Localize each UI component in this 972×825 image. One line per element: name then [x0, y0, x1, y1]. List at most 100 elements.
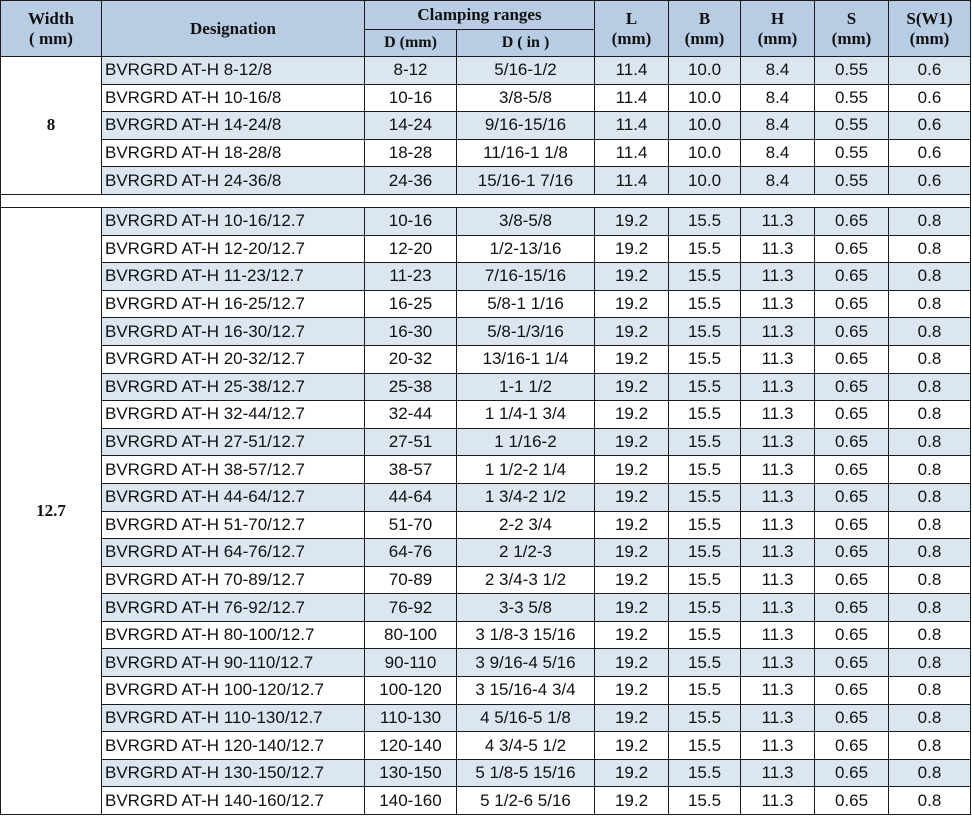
s-cell: 0.65 [814, 344, 889, 374]
d-in-cell: 1 1/2-2 1/4 [456, 455, 595, 484]
s-cell: 0.55 [814, 83, 889, 113]
sw1-cell: 0.8 [888, 372, 971, 402]
designation-cell: BVRGRD AT-H 20-32/12.7 [101, 344, 365, 374]
sw1-cell: 0.8 [888, 427, 971, 457]
l-header-unit: (mm) [611, 28, 652, 48]
s-cell: 0.65 [814, 538, 889, 567]
h-cell: 11.3 [740, 344, 815, 374]
sw1-cell: 0.8 [888, 786, 971, 816]
table-row: BVRGRD AT-H 110-130/12.7 110-130 4 5/16-5 … [1, 703, 971, 733]
table-row: BVRGRD AT-H 20-32/12.7 20-32 13/16-1 1/4 19… [1, 344, 971, 374]
h-cell: 11.3 [740, 482, 815, 512]
l-cell: 19.2 [594, 620, 669, 650]
group-spacer-row [0, 193, 971, 208]
sw1-cell: 0.8 [888, 510, 971, 540]
b-cell: 15.5 [668, 344, 741, 374]
sw1-cell: 0.8 [888, 565, 971, 595]
s-cell: 0.65 [814, 427, 889, 457]
h-cell: 8.4 [740, 56, 815, 85]
width-group-cell: 8 [0, 56, 102, 195]
s-cell: 0.55 [814, 138, 889, 168]
h-cell: 11.3 [740, 510, 815, 540]
table-row: BVRGRD AT-H 16-25/12.7 16-25 5/8-1 1/16 19.… [1, 289, 971, 319]
s-cell: 0.65 [814, 510, 889, 540]
l-cell: 19.2 [594, 593, 669, 622]
table-row: BVRGRD AT-H 120-140/12.7 120-140 4 3/4-5 1… [1, 731, 971, 760]
h-cell: 11.3 [740, 786, 815, 816]
designation-cell: BVRGRD AT-H 80-100/12.7 [101, 620, 365, 650]
s-cell: 0.65 [814, 206, 889, 236]
d-mm-cell: 110-130 [364, 703, 457, 733]
sw1-cell: 0.8 [888, 289, 971, 319]
d-mm-cell: 10-16 [364, 206, 457, 236]
table-row: BVRGRD AT-H 32-44/12.7 32-44 1 1/4-1 3/4 19… [1, 400, 971, 429]
designation-cell: BVRGRD AT-H 120-140/12.7 [101, 731, 365, 760]
b-header-unit: (mm) [684, 28, 725, 48]
l-cell: 11.4 [594, 166, 669, 195]
s-cell: 0.65 [814, 565, 889, 595]
b-column-header: B (mm) [668, 0, 741, 57]
table-row: BVRGRD AT-H 11-23/12.7 11-23 7/16-15/16 19.… [1, 262, 971, 291]
d-in-cell: 7/16-15/16 [456, 262, 595, 291]
d-in-cell: 3-3 5/8 [456, 593, 595, 622]
l-cell: 19.2 [594, 758, 669, 788]
d-in-cell: 5/16-1/2 [456, 56, 595, 85]
l-cell: 19.2 [594, 234, 669, 264]
designation-cell: BVRGRD AT-H 70-89/12.7 [101, 565, 365, 595]
b-cell: 15.5 [668, 758, 741, 788]
sw1-cell: 0.8 [888, 676, 971, 705]
designation-cell: BVRGRD AT-H 38-57/12.7 [101, 455, 365, 484]
designation-cell: BVRGRD AT-H 64-76/12.7 [101, 538, 365, 567]
d-in-cell: 3 1/8-3 15/16 [456, 620, 595, 650]
d-mm-cell: 25-38 [364, 372, 457, 402]
h-cell: 11.3 [740, 758, 815, 788]
b-cell: 15.5 [668, 206, 741, 236]
d-in-subheader: D ( in ) [456, 29, 595, 57]
d-mm-cell: 120-140 [364, 731, 457, 760]
designation-cell: BVRGRD AT-H 100-120/12.7 [101, 676, 365, 705]
h-cell: 11.3 [740, 427, 815, 457]
d-in-cell: 13/16-1 1/4 [456, 344, 595, 374]
b-cell: 15.5 [668, 510, 741, 540]
d-in-cell: 2 1/2-3 [456, 538, 595, 567]
s-cell: 0.65 [814, 620, 889, 650]
d-in-cell: 9/16-15/16 [456, 111, 595, 140]
d-mm-cell: 51-70 [364, 510, 457, 540]
b-cell: 15.5 [668, 427, 741, 457]
d-mm-cell: 27-51 [364, 427, 457, 457]
h-cell: 11.3 [740, 593, 815, 622]
table-row: BVRGRD AT-H 16-30/12.7 16-30 5/8-1/3/16 19.… [1, 317, 971, 346]
designation-cell: BVRGRD AT-H 27-51/12.7 [101, 427, 365, 457]
s-header-label: S [846, 8, 857, 28]
b-cell: 15.5 [668, 317, 741, 346]
l-cell: 19.2 [594, 648, 669, 678]
d-mm-cell: 100-120 [364, 676, 457, 705]
l-cell: 19.2 [594, 482, 669, 512]
d-in-cell: 2 3/4-3 1/2 [456, 565, 595, 595]
h-cell: 8.4 [740, 111, 815, 140]
b-cell: 15.5 [668, 731, 741, 760]
l-cell: 19.2 [594, 400, 669, 429]
table-row: BVRGRD AT-H 100-120/12.7 100-120 3 15/16-4… [1, 676, 971, 705]
b-cell: 15.5 [668, 289, 741, 319]
b-cell: 15.5 [668, 620, 741, 650]
table-row: BVRGRD AT-H 51-70/12.7 51-70 2-2 3/4 19.2 15… [1, 510, 971, 540]
l-cell: 19.2 [594, 676, 669, 705]
sw1-cell: 0.8 [888, 731, 971, 760]
s-cell: 0.55 [814, 56, 889, 85]
d-mm-cell: 16-30 [364, 317, 457, 346]
h-cell: 11.3 [740, 289, 815, 319]
d-in-cell: 5/8-1/3/16 [456, 317, 595, 346]
d-in-cell: 4 3/4-5 1/2 [456, 731, 595, 760]
b-cell: 10.0 [668, 56, 741, 85]
d-mm-cell: 24-36 [364, 166, 457, 195]
h-cell: 11.3 [740, 372, 815, 402]
sw1-header-unit: (mm) [909, 28, 950, 48]
sw1-cell: 0.8 [888, 703, 971, 733]
sw1-cell: 0.8 [888, 593, 971, 622]
d-in-cell: 1-1 1/2 [456, 372, 595, 402]
d-in-cell: 5 1/2-6 5/16 [456, 786, 595, 816]
b-cell: 10.0 [668, 111, 741, 140]
sw1-cell: 0.8 [888, 206, 971, 236]
sw1-column-header: S(W1) (mm) [888, 0, 971, 57]
